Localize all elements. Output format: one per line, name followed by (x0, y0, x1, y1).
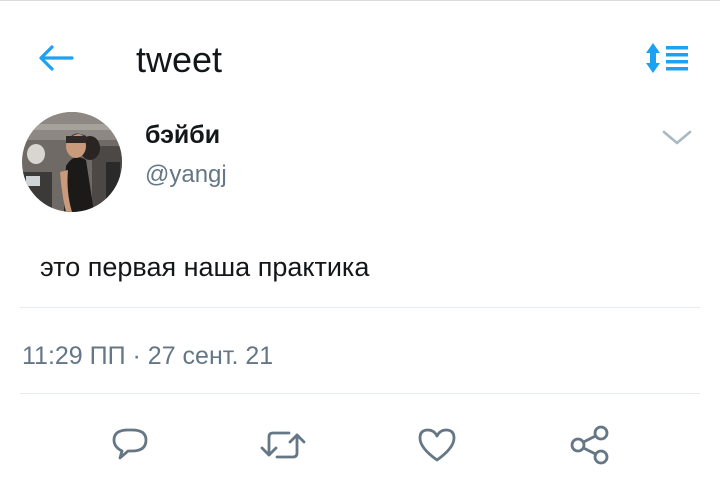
tweet-timestamp: 11:29 ПП · 27 сент. 21 (22, 342, 274, 370)
reply-button[interactable] (107, 422, 153, 468)
sort-list-icon (642, 40, 690, 76)
tweet-text: это первая наша практика (40, 252, 370, 282)
retweet-icon (259, 423, 307, 467)
app-header: tweet (0, 0, 720, 110)
share-button[interactable] (567, 422, 613, 468)
tweet-menu-button[interactable] (660, 124, 694, 150)
page-title: tweet (136, 39, 223, 80)
reply-icon (108, 423, 152, 467)
retweet-button[interactable] (260, 422, 306, 468)
share-icon (568, 423, 612, 467)
chevron-down-icon (660, 124, 694, 150)
arrow-left-icon (38, 44, 74, 72)
back-button[interactable] (36, 38, 76, 78)
heart-icon (415, 423, 459, 467)
divider (20, 393, 700, 394)
avatar[interactable] (22, 112, 122, 212)
author-display-name[interactable]: бэйби (145, 120, 220, 150)
sort-button[interactable] (642, 40, 690, 76)
divider (20, 307, 700, 308)
like-button[interactable] (414, 422, 460, 468)
author-handle[interactable]: @yangj (145, 160, 227, 190)
